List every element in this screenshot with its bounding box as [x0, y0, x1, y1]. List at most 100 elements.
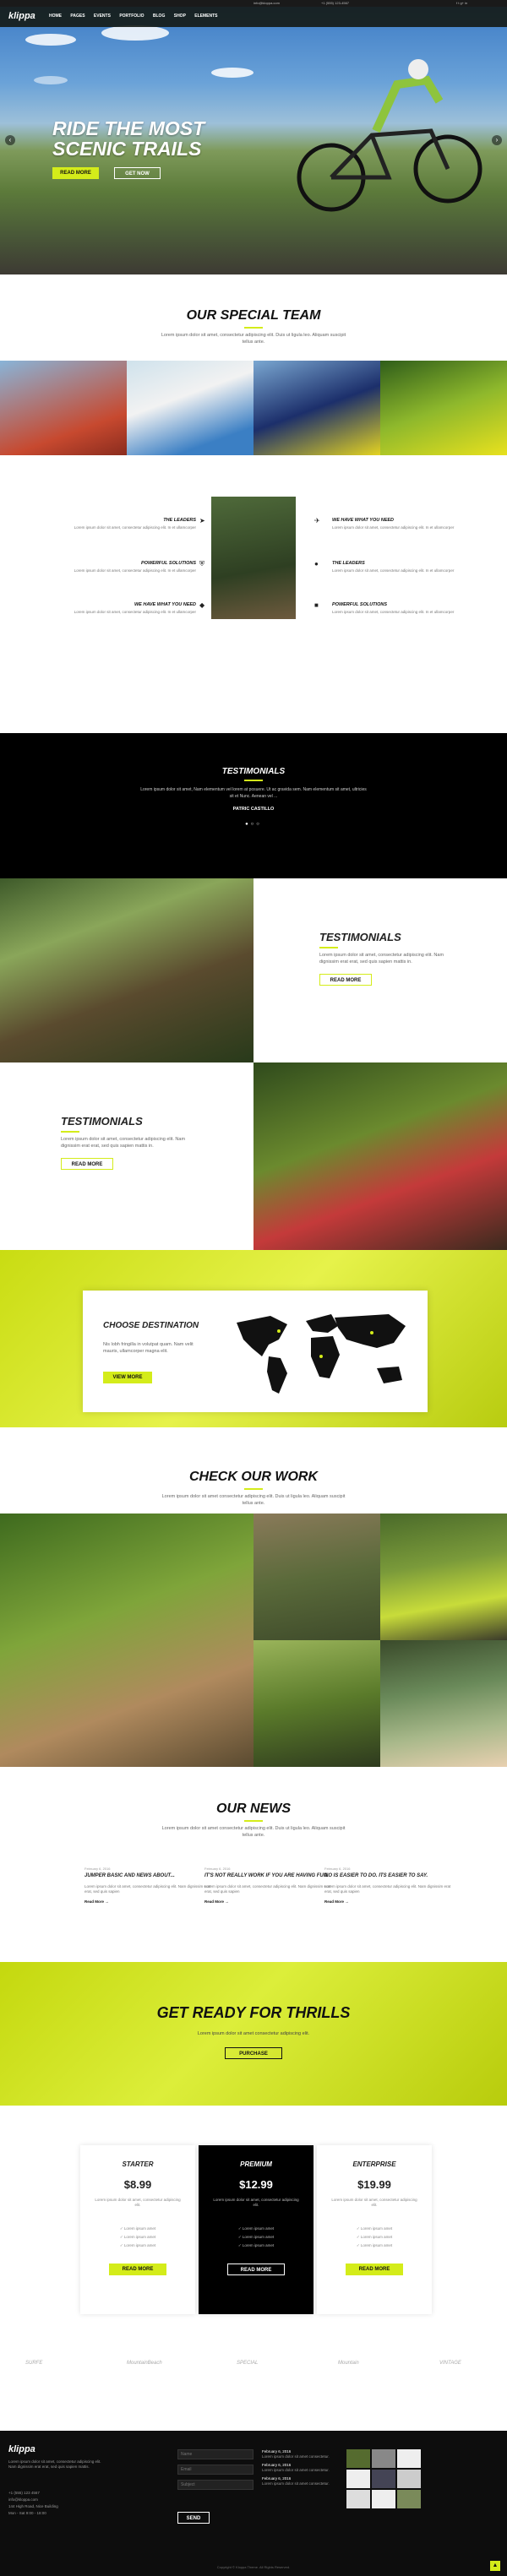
- read-more-link[interactable]: Read More →: [84, 1899, 211, 1904]
- pricing-plan: PREMIUM $12.99 Lorem ipsum dolor sit amet,…: [199, 2145, 313, 2314]
- nav-menu: HOME PAGES EVENTS PORTFOLIO BLOG SHOP EL…: [49, 14, 226, 19]
- email-field[interactable]: [177, 2465, 254, 2475]
- team-text: Lorem ipsum dolor sit amet, consectetur …: [161, 333, 346, 345]
- testimonial-1: TESTIMONIALS Lorem ipsum dolor sit amet,…: [319, 931, 446, 986]
- team-header: OUR SPECIAL TEAM Lorem ipsum dolor sit a…: [0, 308, 507, 351]
- rocket-icon: ➤: [199, 517, 205, 524]
- team-title: OUR SPECIAL TEAM: [186, 308, 321, 323]
- logo[interactable]: klippa: [8, 11, 35, 21]
- news-text: Lorem ipsum dolor sit amet consectetur a…: [161, 1826, 346, 1838]
- nav-shop[interactable]: SHOP: [174, 14, 186, 19]
- plane-icon: ✈: [314, 517, 320, 524]
- read-more-link[interactable]: Read More →: [204, 1899, 331, 1904]
- bike-jump-image: [0, 878, 254, 1062]
- nav-events[interactable]: EVENTS: [94, 14, 111, 19]
- feature-right-3: POWERFUL SOLUTIONS Lorem ipsum dolor sit …: [332, 602, 455, 614]
- chat-icon: ■: [314, 601, 319, 609]
- bell-icon: ◆: [199, 601, 205, 609]
- partner-logo[interactable]: VINTAGE: [439, 2361, 461, 2366]
- news-header: OUR NEWS Lorem ipsum dolor sit amet cons…: [0, 1802, 507, 1852]
- prev-arrow[interactable]: ‹: [5, 135, 15, 145]
- partner-logo[interactable]: MountainBeach: [127, 2361, 162, 2366]
- rider-image: [297, 59, 482, 212]
- cta-text: Lorem ipsum dolor sit amet consectetur a…: [197, 2031, 310, 2036]
- next-arrow[interactable]: ›: [492, 135, 502, 145]
- pricing-plan: ENTERPRISE $19.99 Lorem ipsum dolor sit am…: [317, 2145, 432, 2314]
- team-member-photo[interactable]: [254, 361, 380, 455]
- destination-text: Nis lobh fringilla in volutpat quam. Nam…: [103, 1342, 194, 1354]
- subject-field[interactable]: [177, 2480, 254, 2490]
- view-more-button[interactable]: VIEW MORE: [103, 1372, 152, 1383]
- destination-section: CHOOSE DESTINATION Nis lobh fringilla in…: [0, 1250, 507, 1427]
- team-member-photo[interactable]: [380, 361, 507, 455]
- destination-title: CHOOSE DESTINATION: [103, 1321, 199, 1330]
- main-nav: klippa HOME PAGES EVENTS PORTFOLIO BLOG …: [0, 7, 507, 27]
- purchase-button[interactable]: PURCHASE: [225, 2047, 282, 2059]
- footer: klippa Lorem ipsum dolor sit amet, conse…: [0, 2431, 507, 2576]
- hero-get-now-button[interactable]: GET NOW: [114, 167, 161, 179]
- shield-icon: ⛨: [199, 560, 204, 568]
- gallery-image[interactable]: [380, 1640, 507, 1767]
- feature-left-3: WE HAVE WHAT YOU NEED Lorem ipsum dolor s…: [74, 602, 196, 614]
- plan-read-more-button[interactable]: READ MORE: [346, 2264, 403, 2275]
- downhill-rider-image: [254, 1062, 507, 1250]
- feature-left-2: POWERFUL SOLUTIONS Lorem ipsum dolor sit …: [74, 561, 196, 573]
- hero-slider: ‹ › RIDE THE MOST SCENIC TRAILS READ MORE…: [0, 0, 507, 274]
- feature-left-1: THE LEADERS Lorem ipsum dolor sit amet, c…: [74, 518, 196, 530]
- destination-card: CHOOSE DESTINATION Nis lobh fringilla in…: [83, 1291, 428, 1412]
- nav-pages[interactable]: PAGES: [70, 14, 84, 19]
- feature-right-2: THE LEADERS Lorem ipsum dolor sit amet, c…: [332, 561, 455, 573]
- team-member-photo[interactable]: [127, 361, 254, 455]
- plan-read-more-button[interactable]: READ MORE: [227, 2264, 285, 2275]
- nav-elements[interactable]: ELEMENTS: [194, 14, 217, 19]
- hero-title: RIDE THE MOST SCENIC TRAILS: [52, 117, 205, 160]
- footer-contact: +1 (555) 123 4567 info@kloppa.com 144 High…: [8, 2491, 58, 2515]
- work-title: CHECK OUR WORK: [189, 1470, 318, 1484]
- gallery-image[interactable]: [380, 1514, 507, 1640]
- testimonial-author: PATRIC CASTILLO: [232, 807, 275, 812]
- nav-home[interactable]: HOME: [49, 14, 62, 19]
- plan-read-more-button[interactable]: READ MORE: [109, 2264, 166, 2275]
- footer-about: Lorem ipsum dolor sit amet, consectetur …: [8, 2459, 101, 2469]
- gallery-image[interactable]: [0, 1514, 254, 1767]
- partner-logo[interactable]: Mountain: [338, 2361, 359, 2366]
- testimonial-quote: Lorem ipsum dolor sit amet, Nam elementu…: [140, 787, 367, 799]
- partner-logo[interactable]: SURFE: [25, 2361, 42, 2366]
- testimonial-dark-section: TESTIMONIALS Lorem ipsum dolor sit amet,…: [0, 733, 507, 878]
- slider-dots[interactable]: ●○○: [0, 822, 507, 827]
- nav-portfolio[interactable]: PORTFOLIO: [119, 14, 144, 19]
- news-item: February 6, 2016 IT'S NOT REALLY WORK IF …: [204, 1867, 331, 1904]
- user-icon: ●: [314, 560, 319, 568]
- partner-logo[interactable]: SPECIAL: [237, 2361, 258, 2366]
- send-button[interactable]: SEND: [177, 2512, 210, 2524]
- world-map[interactable]: [228, 1306, 416, 1399]
- news-item: February 6, 2016 JUMPER BASIC AND NEWS AB…: [84, 1867, 211, 1904]
- footer-gallery: [346, 2449, 422, 2508]
- back-to-top-icon[interactable]: ▲: [490, 2561, 500, 2571]
- testimonial-1-read-more-button[interactable]: READ MORE: [319, 974, 372, 986]
- name-field[interactable]: [177, 2449, 254, 2459]
- gallery-image[interactable]: [254, 1640, 380, 1767]
- phone-text: +1 (555) 123-4567: [321, 1, 350, 5]
- news-title: OUR NEWS: [216, 1802, 291, 1816]
- testimonial-title: TESTIMONIALS: [221, 767, 286, 776]
- testimonial-2-read-more-button[interactable]: READ MORE: [61, 1158, 113, 1170]
- top-bar: info@kloppa.com +1 (555) 123-4567 f t g+…: [0, 0, 507, 7]
- social-icons[interactable]: f t g+ in: [456, 1, 467, 5]
- read-more-link[interactable]: Read More →: [324, 1899, 451, 1904]
- gallery-image[interactable]: [254, 1514, 380, 1640]
- news-item: February 6, 2016 NO IS EASIER TO DO. ITS …: [324, 1867, 451, 1904]
- work-header: CHECK OUR WORK Lorem ipsum dolor sit ame…: [0, 1470, 507, 1520]
- footer-logo[interactable]: klippa: [8, 2444, 35, 2454]
- email-text: info@kloppa.com: [254, 1, 280, 5]
- pricing-plan: STARTER $8.99 Lorem ipsum dolor sit amet, …: [80, 2145, 195, 2314]
- nav-blog[interactable]: BLOG: [153, 14, 165, 19]
- team-member-photo[interactable]: [0, 361, 127, 455]
- cta-title: GET READY FOR THRILLS: [156, 2004, 351, 2021]
- cta-section: GET READY FOR THRILLS Lorem ipsum dolor …: [0, 1962, 507, 2106]
- feature-rider-image: [211, 497, 296, 619]
- testimonial-2: TESTIMONIALS Lorem ipsum dolor sit amet,…: [61, 1115, 188, 1170]
- hero-read-more-button[interactable]: READ MORE: [52, 167, 99, 179]
- copyright: Copyright © Kloppa Theme. All Rights Res…: [216, 2565, 291, 2569]
- feature-right-1: WE HAVE WHAT YOU NEED Lorem ipsum dolor s…: [332, 518, 455, 530]
